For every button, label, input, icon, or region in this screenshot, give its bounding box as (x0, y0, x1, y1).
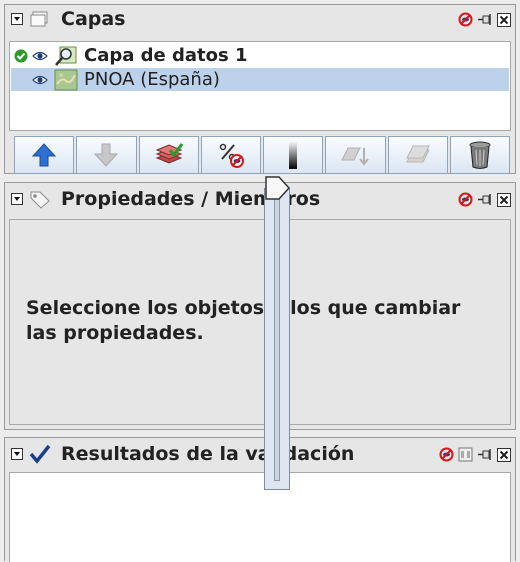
panel-title: Capas (61, 8, 126, 30)
layers-toolbar (14, 136, 510, 174)
hide-panel-icon[interactable] (458, 12, 473, 27)
validate-layers-button[interactable] (138, 136, 199, 174)
panel-title: Resultados de la validación (61, 443, 355, 465)
properties-message: Seleccione los objetos a los que cambiar… (26, 296, 460, 346)
move-layer-up-button[interactable] (14, 136, 75, 174)
validation-panel-header: Resultados de la validación (5, 438, 515, 470)
merge-down-button[interactable] (325, 136, 386, 174)
layer-list: Capa de datos 1 PNOA (España) (9, 41, 511, 131)
hide-panel-icon[interactable] (458, 192, 473, 207)
opacity-slider-track (264, 188, 290, 490)
layer-row-capa-de-datos-1[interactable]: Capa de datos 1 (11, 44, 509, 67)
tag-icon (29, 189, 51, 209)
check-icon[interactable] (14, 49, 28, 63)
data-layer-icon (54, 45, 78, 67)
close-icon[interactable] (496, 447, 511, 462)
message-line-1: Seleccione los objetos a los que cambiar (26, 297, 461, 319)
opacity-button[interactable] (263, 136, 324, 174)
collapse-toggle[interactable] (11, 448, 23, 460)
layer-row-pnoa[interactable]: PNOA (España) (11, 68, 509, 91)
properties-content: Seleccione los objetos a los que cambiar… (9, 219, 511, 425)
panel-header-tools (458, 12, 511, 27)
pin-icon[interactable] (477, 192, 492, 207)
layers-icon (403, 142, 433, 168)
opacity-slider-thumb[interactable] (265, 176, 291, 204)
eye-icon[interactable] (32, 74, 48, 86)
pin-icon[interactable] (477, 447, 492, 462)
panel-header-tools (439, 447, 511, 462)
opacity-slider-groove[interactable] (274, 195, 280, 481)
pin-icon[interactable] (477, 12, 492, 27)
close-icon[interactable] (496, 12, 511, 27)
map-layer-icon (54, 69, 78, 91)
layers-stack-icon (29, 9, 51, 29)
checkmark-icon (29, 444, 51, 464)
visibility-range-button[interactable] (200, 136, 261, 174)
arrow-down-icon (93, 142, 119, 168)
eye-percent-icon (216, 141, 246, 169)
properties-panel: Propiedades / Miembros Seleccione los ob… (4, 182, 516, 430)
collapse-toggle[interactable] (11, 13, 23, 25)
collapse-toggle[interactable] (11, 193, 23, 205)
move-layer-down-button[interactable] (76, 136, 137, 174)
layer-name: Capa de datos 1 (84, 45, 248, 66)
validation-panel: Resultados de la validación (4, 437, 516, 562)
eye-icon[interactable] (32, 50, 48, 62)
split-view-icon[interactable] (458, 447, 473, 462)
layers-panel: Capas Capa de datos 1 PNOA (España) (4, 4, 516, 174)
flatten-layers-button[interactable] (387, 136, 448, 174)
merge-down-icon (340, 142, 370, 168)
layers-panel-header: Capas (5, 5, 515, 33)
hide-panel-icon[interactable] (439, 447, 454, 462)
message-line-2: las propiedades. (26, 322, 204, 344)
opacity-gradient-icon (286, 140, 300, 170)
arrow-up-icon (31, 142, 57, 168)
close-icon[interactable] (496, 192, 511, 207)
properties-panel-header: Propiedades / Miembros (5, 183, 515, 215)
layer-name: PNOA (España) (84, 69, 220, 90)
trash-icon (467, 140, 493, 170)
panel-header-tools (458, 192, 511, 207)
validation-results-list (9, 472, 511, 562)
opacity-slider-popup (264, 174, 291, 490)
stack-check-icon (154, 142, 184, 168)
delete-layer-button[interactable] (449, 136, 510, 174)
